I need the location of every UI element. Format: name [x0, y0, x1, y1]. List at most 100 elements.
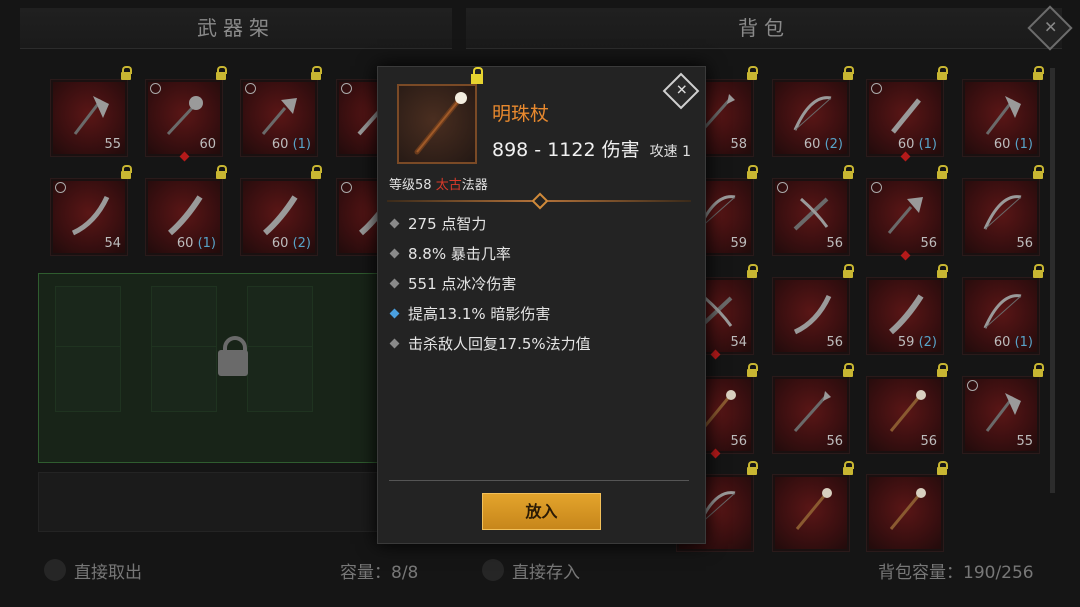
spiked-club-icon [887, 197, 923, 234]
lock-icon [747, 363, 758, 377]
direct-take-label[interactable]: 直接取出 [74, 558, 142, 583]
slot-level: 54 [104, 236, 121, 251]
item-level-value: 56 [920, 236, 937, 251]
locked-slot [55, 286, 121, 352]
item-level-value: 58 [730, 137, 747, 152]
item-level-value: 54 [730, 335, 747, 350]
backpack-scrollbar[interactable] [1050, 68, 1055, 493]
stat-line: 551 点冰冷伤害 [389, 272, 591, 302]
inventory-slot[interactable]: 56 [962, 165, 1044, 256]
direct-store-label[interactable]: 直接存入 [512, 558, 580, 583]
stat-text: 击杀敌人回复17.5%法力值 [408, 335, 591, 353]
item-level-value: 56 [826, 434, 843, 449]
inventory-slot[interactable] [772, 461, 854, 552]
lock-icon [311, 66, 322, 80]
lock-icon [937, 165, 948, 179]
item-level-value: 55 [1016, 434, 1033, 449]
stat-text: 提高13.1% 暗影伤害 [408, 305, 551, 323]
socket-ring-icon [967, 380, 978, 391]
enhance-count: (2) [292, 236, 311, 251]
diamond-bullet-icon [389, 278, 400, 289]
slot-level: 56 [826, 236, 843, 251]
enhance-count: (1) [292, 137, 311, 152]
tooltip-close-button[interactable]: ✕ [662, 72, 700, 110]
direct-store-checkbox[interactable] [482, 559, 504, 581]
inventory-slot[interactable]: 60 (1) [145, 165, 227, 256]
diamond-bullet-icon [389, 308, 400, 319]
inventory-slot[interactable]: 60 (2) [240, 165, 322, 256]
inventory-slot[interactable]: 60 [145, 66, 227, 162]
staff-icon [795, 488, 832, 530]
item-level-value: 60 [803, 137, 821, 152]
item-name: 明珠杖 [492, 103, 550, 125]
enhance-count: (1) [918, 137, 937, 152]
inventory-slot[interactable]: 60 (1) [866, 66, 948, 162]
lock-icon [311, 165, 322, 179]
slot-level: 60 [199, 137, 216, 152]
lock-icon [471, 67, 483, 84]
enhance-count: (2) [824, 137, 843, 152]
lock-icon [121, 66, 132, 80]
slot-level: 55 [104, 137, 121, 152]
lock-icon [937, 264, 948, 278]
diamond-bullet-icon [389, 338, 400, 349]
slot-level: 56 [826, 434, 843, 449]
lock-icon [747, 165, 758, 179]
socket-ring-icon [150, 83, 161, 94]
inventory-slot[interactable]: 56 [866, 363, 948, 454]
stat-line: 275 点智力 [389, 212, 591, 242]
item-level-value: 60 [897, 137, 915, 152]
lock-icon [937, 363, 948, 377]
inventory-slot[interactable]: 56 [866, 165, 948, 261]
lock-icon [216, 66, 227, 80]
slot-level: 60 (2) [272, 236, 311, 251]
inventory-slot[interactable]: 56 [772, 363, 854, 454]
lock-icon [747, 461, 758, 475]
enhance-count: (1) [1014, 335, 1033, 350]
slot-level: 60 (1) [177, 236, 216, 251]
slot-level: 58 [730, 137, 747, 152]
socket-ring-icon [55, 182, 66, 193]
inventory-slot[interactable]: 56 [772, 264, 854, 355]
slot-level: 54 [730, 335, 747, 350]
axe-icon [985, 96, 1021, 135]
axe-icon [985, 393, 1021, 432]
socket-ring-icon [871, 182, 882, 193]
lock-icon [843, 165, 854, 179]
staff-icon [889, 390, 926, 432]
stat-line: 击杀敌人回复17.5%法力值 [389, 332, 591, 362]
scimitar-icon [71, 195, 110, 236]
inventory-slot[interactable] [866, 461, 948, 552]
inventory-slot[interactable]: 55 [50, 66, 132, 157]
lock-icon [843, 264, 854, 278]
stat-text: 275 点智力 [408, 215, 487, 233]
locked-slot [151, 286, 217, 352]
inventory-slot[interactable]: 55 [962, 363, 1044, 454]
inventory-slot[interactable]: 60 (1) [240, 66, 322, 157]
direct-take-checkbox[interactable] [44, 559, 66, 581]
slot-level: 56 [826, 335, 843, 350]
diamond-bullet-icon [389, 248, 400, 259]
put-in-button[interactable]: 放入 [482, 493, 601, 530]
inventory-slot[interactable]: 54 [50, 165, 132, 256]
inventory-slot[interactable]: 56 [772, 165, 854, 256]
inventory-slot[interactable]: 60 (1) [962, 264, 1044, 355]
inventory-slot[interactable]: 59 (2) [866, 264, 948, 355]
locked-rack-area[interactable] [38, 273, 378, 463]
bow-icon [983, 195, 1022, 230]
inventory-slot[interactable]: 60 (2) [772, 66, 854, 157]
divider-diamond-icon [531, 192, 549, 210]
inventory-slot[interactable]: 60 (1) [962, 66, 1044, 157]
staff-icon [414, 92, 467, 155]
item-level-value: 60 [271, 137, 289, 152]
slot-level: 60 (2) [804, 137, 843, 152]
staff-icon [889, 488, 926, 530]
item-icon [397, 67, 483, 164]
item-damage: 898 - 1122 伤害 [492, 139, 640, 161]
item-level-value: 56 [1016, 236, 1033, 251]
locked-slot [151, 346, 217, 412]
lock-icon [121, 165, 132, 179]
lock-icon [216, 165, 227, 179]
lock-icon [1033, 363, 1044, 377]
slot-level: 56 [920, 434, 937, 449]
